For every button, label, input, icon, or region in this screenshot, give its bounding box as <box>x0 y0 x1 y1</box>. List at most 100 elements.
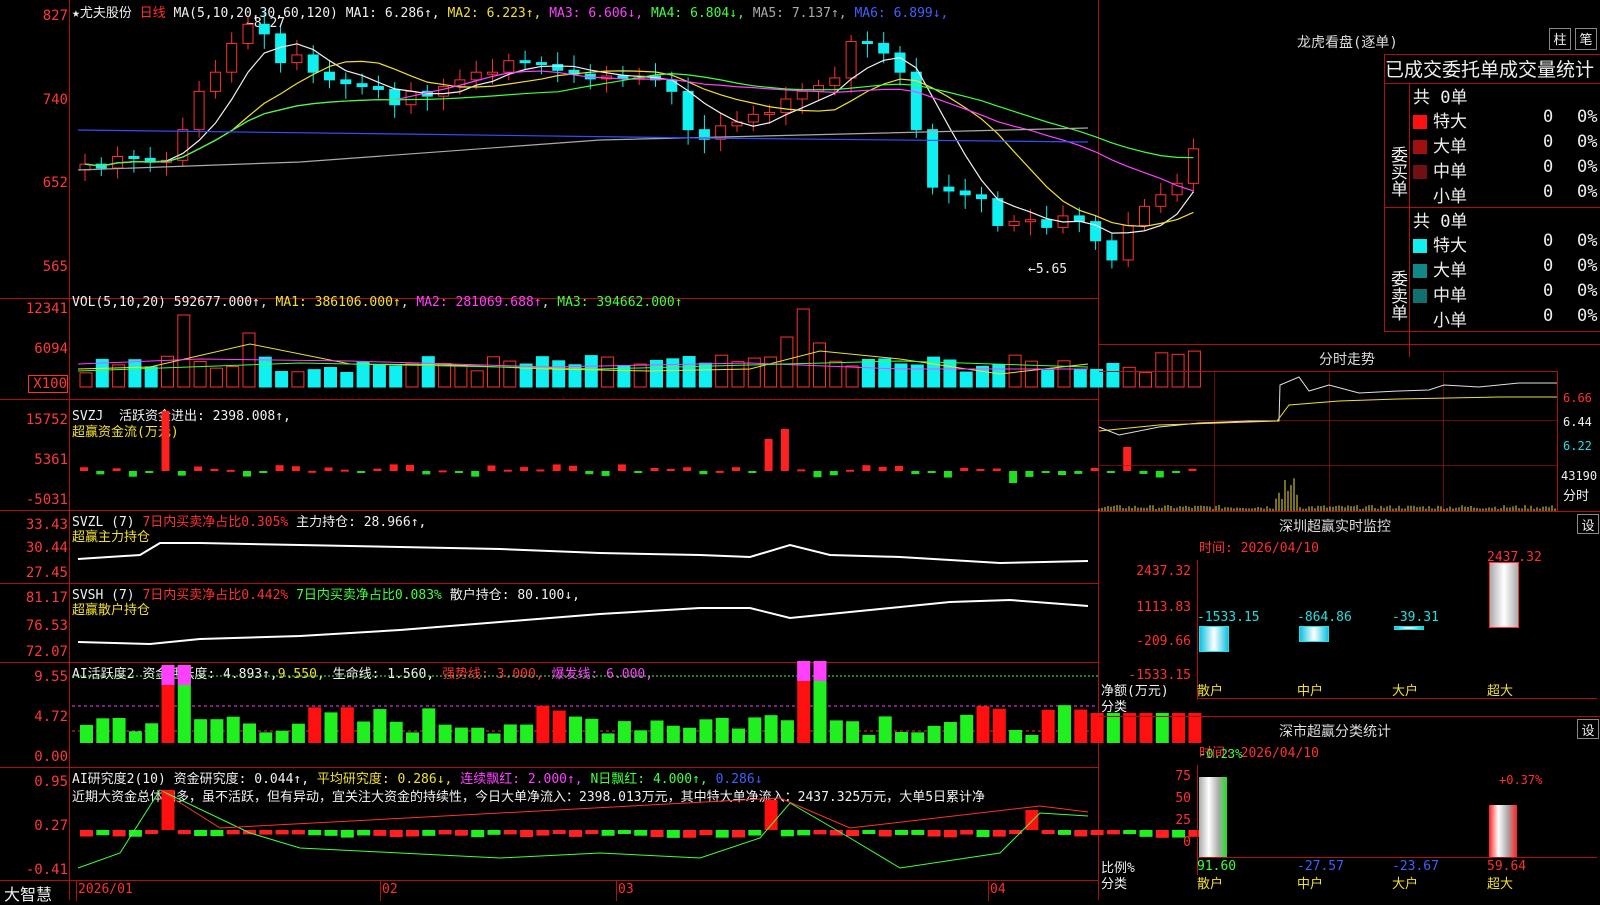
volume-bar <box>829 360 843 388</box>
svzj-bar <box>357 471 366 473</box>
candle-body <box>617 75 629 79</box>
date-apr: 04 <box>990 882 1006 897</box>
sc-bar <box>1199 777 1227 857</box>
activity-bar <box>373 709 387 743</box>
row-pct: 0% <box>1577 182 1598 202</box>
volume-bar <box>454 364 468 388</box>
activity-bar <box>895 732 908 743</box>
svzj-bar <box>422 471 431 475</box>
volume-bar <box>715 354 729 388</box>
candlestick-panel[interactable]: 827 740 652 565 ★尤夫股份 日线 MA(5,10,20,30,6… <box>0 0 1199 299</box>
svzj-bar <box>699 471 708 475</box>
volume-bar <box>535 356 549 388</box>
row-label: 特大 <box>1433 236 1467 256</box>
sz-category-label: 散户 <box>1197 684 1224 699</box>
ma3-line <box>84 70 1194 192</box>
activity-bar <box>96 718 110 743</box>
activity-bar <box>780 720 794 743</box>
research-bar <box>895 830 908 835</box>
activity-bar <box>454 727 468 743</box>
lhb-panel: 龙虎看盘(逐单) 柱 笔 已成交委托单成交量统计 委买单 共 0单 特大 0 0% 大… <box>1099 0 1600 357</box>
volume-bar <box>780 336 794 388</box>
svzj-bar <box>552 464 561 471</box>
svzj-bar <box>1090 467 1099 471</box>
research-bar <box>373 830 387 836</box>
sz-monitor-title: 深圳超赢实时监控 <box>1279 519 1391 535</box>
row-pct: 0% <box>1577 231 1598 251</box>
research-bar <box>699 830 713 836</box>
activity-bar <box>699 719 713 743</box>
volume-panel[interactable]: 12341 6094 X100 VOL(5,10,20) 592677.000↑… <box>0 295 1201 400</box>
sc-axis-2: 25 <box>1175 813 1191 828</box>
sz-bar <box>1394 626 1424 630</box>
candle-body <box>1008 221 1020 226</box>
candle-body <box>1024 219 1036 223</box>
svzj-bar <box>1009 471 1018 483</box>
sc-settings-button[interactable]: 设 <box>1577 719 1599 739</box>
activity-bar <box>308 707 322 743</box>
brand-logo: 大智慧 <box>4 885 53 904</box>
svzl-panel[interactable]: 33.43 30.44 27.45 SVZL (7) 7日内买卖净占比0.305… <box>0 511 1098 584</box>
date-mar: 03 <box>618 882 634 897</box>
candle-body <box>193 90 205 131</box>
volume-bar <box>470 370 484 388</box>
sz-bar <box>1489 562 1519 628</box>
row-count: 0 <box>1543 281 1554 301</box>
candle-body <box>389 88 401 106</box>
svzj-bar <box>80 467 88 471</box>
intraday-chart <box>1098 376 1557 511</box>
bar-view-button[interactable]: 柱 <box>1549 28 1571 50</box>
volume-bar <box>128 359 142 388</box>
svzj-bar <box>927 471 936 473</box>
volume-bar <box>894 363 908 388</box>
svzj-bar <box>650 467 659 471</box>
volume-bar <box>144 366 158 388</box>
legend-swatch <box>1413 165 1427 179</box>
sz-date: 时间: 2026/04/10 <box>1199 541 1319 556</box>
ai-research-panel[interactable]: 0.95 0.27 -0.41 AI研究度2(10) 资金研究度: 0.044↑… <box>0 768 1202 880</box>
candle-body <box>324 71 335 81</box>
candle-body <box>813 85 824 92</box>
volume-bar <box>291 371 305 388</box>
sz-settings-button[interactable]: 设 <box>1577 514 1599 534</box>
row-count: 0 <box>1543 132 1554 152</box>
activity-bar <box>992 708 1006 743</box>
ai-activity-panel[interactable]: 9.55 4.72 0.00 AI活跃度2 资金活跃度: 4.893↑,9.55… <box>0 661 1202 768</box>
legend-swatch <box>1413 264 1427 278</box>
row-pct: 0% <box>1577 306 1598 326</box>
sc-stats-panel: 深市超赢分类统计 设 时间: 2026/04/10 75 50 25 0 比例%… <box>1099 717 1600 900</box>
row-label: 小单 <box>1433 187 1467 207</box>
sz-xlabel: 分类 <box>1101 700 1128 715</box>
research-bar <box>487 830 501 835</box>
volume-bar <box>943 359 957 388</box>
sz-axis-2: -209.66 <box>1136 634 1191 649</box>
svsh-panel[interactable]: 81.17 76.53 72.07 SVSH (7) 7日内买卖净占比0.442… <box>0 584 1098 663</box>
sz-monitor-panel: 深圳超赢实时监控 设 时间: 2026/04/10 2437.32 1113.8… <box>1099 512 1600 717</box>
intraday-panel[interactable]: 分时走势 6.66 6.44 6.22 43190 分时 <box>1098 345 1600 512</box>
volume-chart <box>77 308 1201 388</box>
candle-body <box>829 77 841 87</box>
tick-view-button[interactable]: 笔 <box>1575 28 1597 50</box>
svzj-bar <box>732 467 740 471</box>
svzj-panel[interactable]: 15752 5361 -5031 SVZJ 活跃资金进出: 2398.008↑,… <box>0 400 1197 511</box>
svzj-bar <box>243 471 251 477</box>
research-bar <box>1041 830 1055 835</box>
research-bar <box>1025 810 1039 830</box>
activity-bar <box>585 718 599 743</box>
activity-bar <box>732 728 745 743</box>
activity-bar <box>846 721 860 743</box>
volume-bar <box>666 358 680 388</box>
activity-bar <box>650 720 664 743</box>
activity-bar <box>1041 709 1055 743</box>
research-bar <box>96 830 110 836</box>
activity-bar <box>210 719 224 743</box>
volume-bar <box>584 355 598 388</box>
activity-bar <box>357 721 371 743</box>
row-pct: 0% <box>1577 256 1598 276</box>
candle-body <box>552 64 564 71</box>
research-bar <box>683 830 697 838</box>
candle-body <box>242 23 254 44</box>
activity-bar <box>1074 709 1088 743</box>
svzj-bar <box>324 467 333 471</box>
research-bar <box>422 830 436 836</box>
